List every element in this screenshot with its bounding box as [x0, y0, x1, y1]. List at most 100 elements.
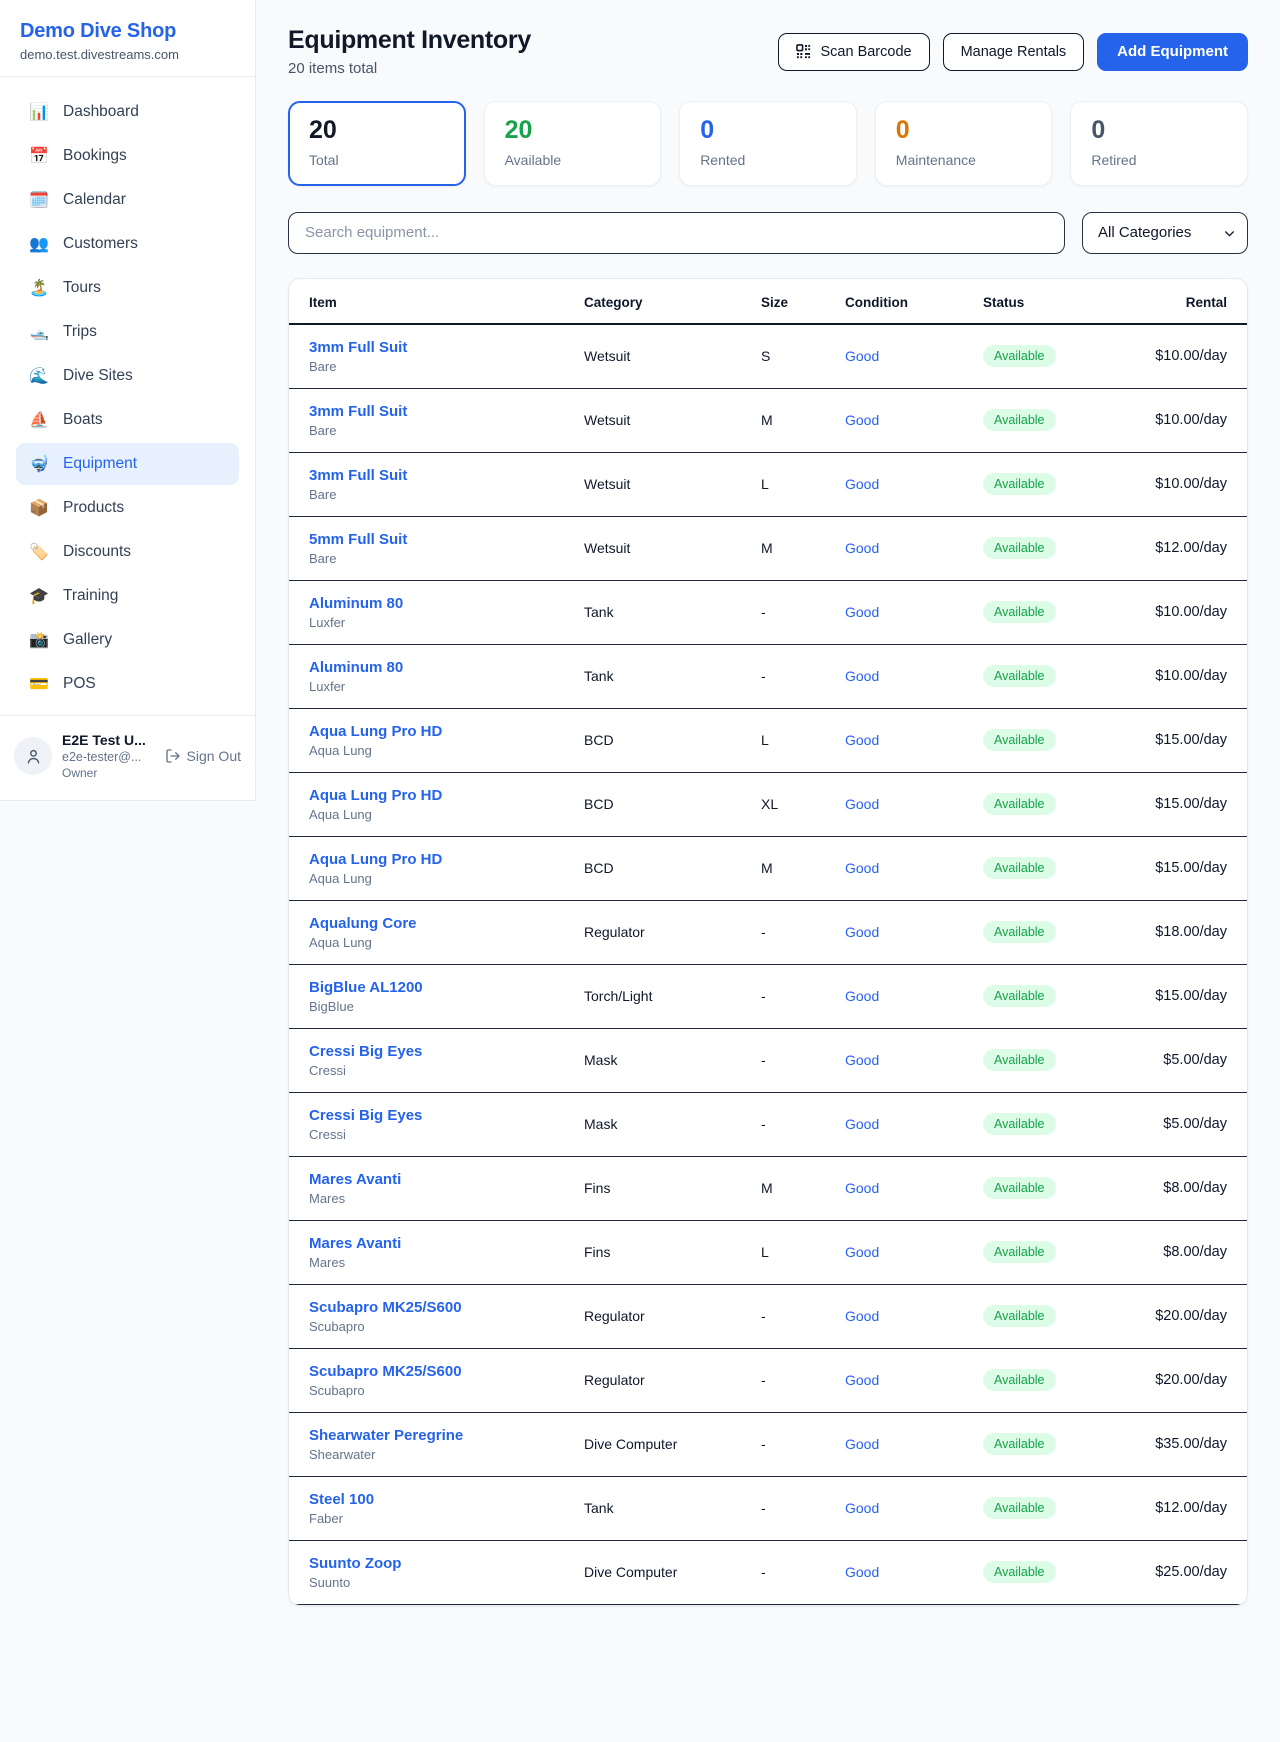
table-header-row: Item Category Size Condition Status Rent…	[289, 279, 1247, 325]
item-brand: Aqua Lung	[309, 935, 584, 950]
stat-card-retired[interactable]: 0 Retired	[1070, 101, 1248, 186]
condition-link[interactable]: Good	[845, 860, 983, 876]
item-brand: Bare	[309, 359, 584, 374]
rental-price: $35.00/day	[1107, 1436, 1227, 1452]
item-link[interactable]: 5mm Full Suit	[309, 531, 584, 548]
condition-link[interactable]: Good	[845, 348, 983, 364]
status-cell: Available	[983, 1497, 1107, 1520]
add-equipment-button[interactable]: Add Equipment	[1097, 33, 1248, 71]
item-link[interactable]: Aqua Lung Pro HD	[309, 723, 584, 740]
item-link[interactable]: Aluminum 80	[309, 595, 584, 612]
size-cell: M	[761, 860, 845, 876]
sidebar-item-pos[interactable]: 💳 POS	[16, 663, 239, 705]
brand-link[interactable]: Demo Dive Shop demo.test.divestreams.com	[0, 0, 255, 76]
sidebar-item-label: Products	[63, 499, 124, 517]
size-cell: XL	[761, 796, 845, 812]
sidebar-item-boats[interactable]: ⛵ Boats	[16, 399, 239, 441]
item-link[interactable]: Scubapro MK25/S600	[309, 1363, 584, 1380]
condition-link[interactable]: Good	[845, 604, 983, 620]
item-cell: Scubapro MK25/S600 Scubapro	[309, 1363, 584, 1398]
table-row: 3mm Full Suit Bare Wetsuit L Good Availa…	[289, 453, 1247, 517]
item-brand: BigBlue	[309, 999, 584, 1014]
stat-card-rented[interactable]: 0 Rented	[679, 101, 857, 186]
user-name: E2E Test U...	[62, 732, 155, 748]
condition-link[interactable]: Good	[845, 476, 983, 492]
item-link[interactable]: Mares Avanti	[309, 1171, 584, 1188]
item-link[interactable]: Mares Avanti	[309, 1235, 584, 1252]
item-link[interactable]: Suunto Zoop	[309, 1555, 584, 1572]
sidebar-item-dive-sites[interactable]: 🌊 Dive Sites	[16, 355, 239, 397]
stat-card-maintenance[interactable]: 0 Maintenance	[875, 101, 1053, 186]
sidebar-item-equipment[interactable]: 🤿 Equipment	[16, 443, 239, 485]
item-link[interactable]: Aqua Lung Pro HD	[309, 851, 584, 868]
rental-price: $10.00/day	[1107, 412, 1227, 428]
sidebar-item-label: Discounts	[63, 543, 131, 561]
status-cell: Available	[983, 665, 1107, 688]
condition-link[interactable]: Good	[845, 1116, 983, 1132]
stat-card-total[interactable]: 20 Total	[288, 101, 466, 186]
item-link[interactable]: 3mm Full Suit	[309, 467, 584, 484]
category-select[interactable]: All Categories	[1082, 212, 1248, 254]
avatar	[14, 737, 52, 775]
condition-link[interactable]: Good	[845, 1500, 983, 1516]
sidebar-item-discounts[interactable]: 🏷️ Discounts	[16, 531, 239, 573]
condition-link[interactable]: Good	[845, 988, 983, 1004]
condition-link[interactable]: Good	[845, 1372, 983, 1388]
condition-link[interactable]: Good	[845, 1244, 983, 1260]
condition-link[interactable]: Good	[845, 668, 983, 684]
item-link[interactable]: Aqua Lung Pro HD	[309, 787, 584, 804]
item-link[interactable]: BigBlue AL1200	[309, 979, 584, 996]
condition-link[interactable]: Good	[845, 412, 983, 428]
rental-price: $5.00/day	[1107, 1052, 1227, 1068]
search-input[interactable]	[288, 212, 1065, 254]
condition-link[interactable]: Good	[845, 1564, 983, 1580]
size-cell: L	[761, 732, 845, 748]
sidebar-item-dashboard[interactable]: 📊 Dashboard	[16, 91, 239, 133]
condition-link[interactable]: Good	[845, 732, 983, 748]
rental-price: $8.00/day	[1107, 1244, 1227, 1260]
condition-link[interactable]: Good	[845, 1052, 983, 1068]
sidebar-item-bookings[interactable]: 📅 Bookings	[16, 135, 239, 177]
sidebar-item-tours[interactable]: 🏝️ Tours	[16, 267, 239, 309]
condition-link[interactable]: Good	[845, 924, 983, 940]
sidebar-item-customers[interactable]: 👥 Customers	[16, 223, 239, 265]
status-cell: Available	[983, 1241, 1107, 1264]
item-link[interactable]: Aqualung Core	[309, 915, 584, 932]
status-badge: Available	[983, 1561, 1056, 1584]
rental-price: $10.00/day	[1107, 348, 1227, 364]
item-cell: 3mm Full Suit Bare	[309, 467, 584, 502]
sign-out-label: Sign Out	[187, 748, 241, 764]
condition-link[interactable]: Good	[845, 1308, 983, 1324]
sidebar-item-trips[interactable]: 🛥️ Trips	[16, 311, 239, 353]
sidebar-item-training[interactable]: 🎓 Training	[16, 575, 239, 617]
item-link[interactable]: Cressi Big Eyes	[309, 1043, 584, 1060]
brand-domain: demo.test.divestreams.com	[20, 47, 235, 62]
item-link[interactable]: 3mm Full Suit	[309, 403, 584, 420]
item-link[interactable]: 3mm Full Suit	[309, 339, 584, 356]
item-link[interactable]: Shearwater Peregrine	[309, 1427, 584, 1444]
sidebar-item-products[interactable]: 📦 Products	[16, 487, 239, 529]
item-cell: BigBlue AL1200 BigBlue	[309, 979, 584, 1014]
item-link[interactable]: Cressi Big Eyes	[309, 1107, 584, 1124]
stat-value: 0	[1091, 117, 1227, 145]
sidebar-item-calendar[interactable]: 🗓️ Calendar	[16, 179, 239, 221]
item-brand: Aqua Lung	[309, 871, 584, 886]
item-link[interactable]: Steel 100	[309, 1491, 584, 1508]
size-cell: -	[761, 1372, 845, 1388]
condition-link[interactable]: Good	[845, 540, 983, 556]
status-badge: Available	[983, 1433, 1056, 1456]
condition-link[interactable]: Good	[845, 796, 983, 812]
scan-barcode-button[interactable]: Scan Barcode	[778, 33, 929, 71]
stat-card-available[interactable]: 20 Available	[484, 101, 662, 186]
category-cell: Regulator	[584, 1372, 761, 1388]
sidebar-item-gallery[interactable]: 📸 Gallery	[16, 619, 239, 661]
condition-link[interactable]: Good	[845, 1436, 983, 1452]
item-link[interactable]: Scubapro MK25/S600	[309, 1299, 584, 1316]
condition-link[interactable]: Good	[845, 1180, 983, 1196]
manage-rentals-button[interactable]: Manage Rentals	[943, 33, 1085, 71]
page-header-titles: Equipment Inventory 20 items total	[288, 26, 531, 77]
table-row: 5mm Full Suit Bare Wetsuit M Good Availa…	[289, 517, 1247, 581]
table-row: Scubapro MK25/S600 Scubapro Regulator - …	[289, 1349, 1247, 1413]
item-link[interactable]: Aluminum 80	[309, 659, 584, 676]
sign-out-button[interactable]: Sign Out	[165, 748, 241, 764]
